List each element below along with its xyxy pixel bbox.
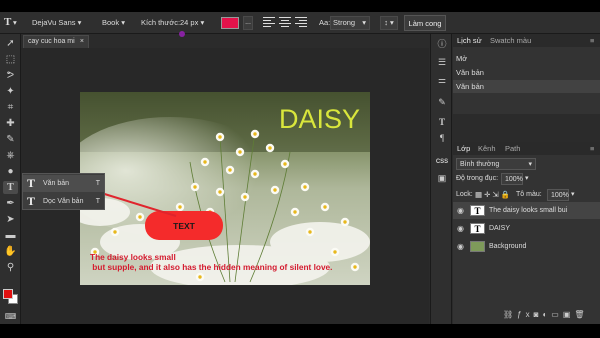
panel-menu-icon[interactable]: ≡ xyxy=(590,144,594,153)
lock-label: Lock: xyxy=(456,191,473,198)
text-tool-flyout: T Văn bản T T Dọc Văn bản T xyxy=(22,173,105,210)
eye-icon[interactable]: ◉ xyxy=(457,220,464,237)
foreground-color[interactable] xyxy=(3,289,13,299)
history-row[interactable]: Văn bản xyxy=(453,66,600,79)
image-icon[interactable]: ▣ xyxy=(435,172,449,185)
text-layer-thumbnail: T xyxy=(470,223,485,234)
eye-icon[interactable]: ◉ xyxy=(457,238,464,255)
properties-icon[interactable]: ☰ xyxy=(435,56,449,69)
info-icon[interactable]: ⓘ xyxy=(435,38,449,51)
chevron-down-icon[interactable]: ▾ xyxy=(525,174,529,182)
history-panel: Lịch sử Swatch màu ≡ Mở Văn bản Văn bản xyxy=(453,34,600,114)
folder-icon[interactable]: ▭ xyxy=(551,310,563,319)
layer-row[interactable]: ◉ T The daisy looks small bui xyxy=(453,202,600,219)
tab-paths[interactable]: Path xyxy=(505,144,520,153)
layer-row[interactable]: ◉ T DAISY xyxy=(453,220,600,237)
opacity-label: Độ trong đục: xyxy=(456,175,499,182)
history-row[interactable]: Văn bản xyxy=(453,80,600,93)
text-icon: T xyxy=(27,176,36,190)
opacity-input[interactable]: 100% xyxy=(501,173,523,185)
paragraph-icon[interactable]: ¶ xyxy=(435,132,449,145)
photo-editor-app: T ▾ DejaVu Sans ▾ Book ▾ Kích thước: 24 … xyxy=(0,12,600,324)
new-layer-icon[interactable]: ▣ xyxy=(563,310,575,319)
trash-icon[interactable]: 🗑 xyxy=(574,310,588,319)
tab-swatches[interactable]: Swatch màu xyxy=(490,36,531,45)
fill-input[interactable]: 100% xyxy=(547,189,569,201)
text-layer-thumbnail: T xyxy=(470,205,485,216)
layers-panel: Lớp Kênh Path ≡ Bình thường ▾ Độ trong đụ… xyxy=(453,142,600,324)
css-icon[interactable]: CSS xyxy=(435,156,449,169)
character-icon[interactable]: T xyxy=(435,116,449,129)
menu-item-horizontal-text[interactable]: T Văn bản T xyxy=(23,175,104,192)
menu-item-vertical-text[interactable]: T Dọc Văn bản T xyxy=(23,193,104,210)
vertical-text-icon: T xyxy=(27,194,36,208)
layer-row[interactable]: ◉ Background xyxy=(453,238,600,255)
tab-history[interactable]: Lịch sử xyxy=(457,36,482,45)
brush-settings-icon[interactable]: ✎ xyxy=(435,96,449,109)
history-row[interactable]: Mở xyxy=(453,52,600,65)
history-tabs: Lịch sử Swatch màu ≡ xyxy=(453,34,600,47)
adjust-icon[interactable]: ⚌ xyxy=(435,74,449,87)
fill-label: Tô màu: xyxy=(516,191,542,198)
panel-menu-icon[interactable]: ≡ xyxy=(590,36,594,45)
adjustment-icon[interactable]: ◐ xyxy=(542,310,551,319)
blend-mode-select[interactable]: Bình thường ▾ xyxy=(456,158,536,170)
chevron-down-icon[interactable]: ▾ xyxy=(571,190,575,198)
image-layer-thumbnail xyxy=(470,241,485,252)
lock-options[interactable]: ▦✛⇲🔒 xyxy=(475,190,512,199)
link-icon[interactable]: ⛓ xyxy=(503,310,517,319)
effects-icon[interactable]: ƒx xyxy=(517,310,533,319)
eye-icon[interactable]: ◉ xyxy=(457,202,464,219)
tab-channels[interactable]: Kênh xyxy=(478,144,496,153)
panel-icon-strip: ⓘ ☰ ⚌ ✎ T ¶ CSS ▣ xyxy=(430,34,452,324)
layer-actions-bar[interactable]: ⛓ƒx◙◐▭▣🗑 xyxy=(503,310,589,319)
layers-tabs: Lớp Kênh Path ≡ xyxy=(453,142,600,155)
tab-layers[interactable]: Lớp xyxy=(457,144,470,153)
